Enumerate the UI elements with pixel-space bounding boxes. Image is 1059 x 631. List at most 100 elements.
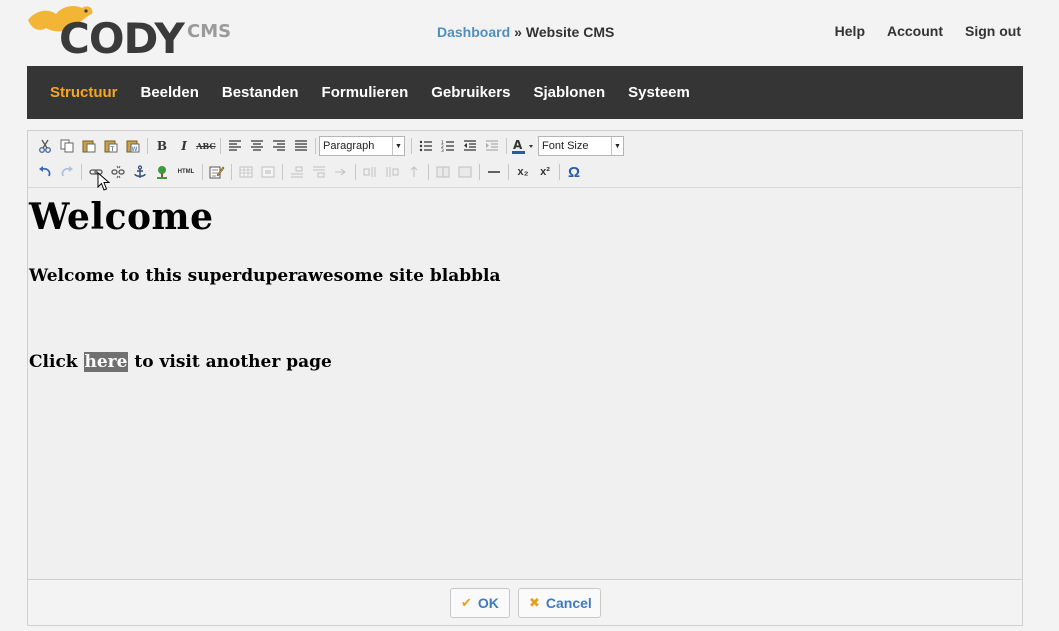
sign-out-link[interactable]: Sign out	[965, 23, 1021, 39]
col-before-icon[interactable]	[359, 161, 381, 183]
bold-icon[interactable]: B	[151, 135, 173, 157]
ok-button-label: OK	[477, 595, 499, 611]
breadcrumb-dashboard-link[interactable]: Dashboard	[437, 24, 510, 40]
toolbar-separator	[202, 164, 203, 180]
format-select[interactable]: Paragraph ▼	[319, 136, 405, 156]
main-nav: Structuur Beelden Bestanden Formulieren …	[27, 66, 1023, 119]
row-before-icon[interactable]	[286, 161, 308, 183]
toolbar-row-1: T W B I ABC Paragraph ▼ 1 2 3 A Font Siz…	[34, 134, 624, 158]
paste-icon[interactable]	[78, 135, 100, 157]
content-heading[interactable]: Welcome	[29, 196, 214, 238]
col-after-icon[interactable]	[381, 161, 403, 183]
logo-suffix: CMS	[187, 21, 232, 42]
superscript-icon[interactable]: x²	[534, 161, 556, 183]
chevron-down-icon: ▼	[392, 137, 404, 155]
top-links: Help Account Sign out	[835, 23, 1021, 39]
cancel-button-label: Cancel	[545, 595, 592, 611]
content-paragraph[interactable]: Welcome to this superduperawesome site b…	[29, 266, 500, 286]
chevron-down-icon: ▼	[611, 137, 623, 155]
cancel-button[interactable]: ✖ Cancel	[518, 588, 601, 618]
html-source-icon[interactable]: HTML	[173, 161, 199, 183]
header: CODY CMS Dashboard» Website CMS Help Acco…	[0, 0, 1059, 66]
svg-text:A: A	[513, 138, 523, 152]
toolbar-separator	[147, 138, 148, 154]
cleanup-icon[interactable]	[206, 161, 228, 183]
toolbar-separator	[479, 164, 480, 180]
align-center-icon[interactable]	[246, 135, 268, 157]
editor-toolbar: T W B I ABC Paragraph ▼ 1 2 3 A Font Siz…	[28, 131, 1022, 188]
svg-text:3: 3	[441, 148, 444, 152]
numbered-list-icon[interactable]: 123	[437, 135, 459, 157]
close-icon: ✖	[529, 595, 540, 610]
italic-icon[interactable]: I	[173, 135, 195, 157]
toolbar-separator	[506, 138, 507, 154]
toolbar-separator	[355, 164, 356, 180]
svg-text:T: T	[110, 146, 115, 153]
insert-image-icon[interactable]	[151, 161, 173, 183]
nav-item-formulieren[interactable]: Formulieren	[322, 84, 409, 101]
text-color-icon[interactable]: A	[510, 135, 538, 157]
font-size-select[interactable]: Font Size ▼	[538, 136, 624, 156]
account-link[interactable]: Account	[887, 23, 943, 39]
font-size-select-value: Font Size	[542, 140, 589, 152]
paste-text-icon[interactable]: T	[100, 135, 122, 157]
checkmark-icon: ✔	[461, 595, 472, 610]
toolbar-separator	[282, 164, 283, 180]
breadcrumb: Dashboard» Website CMS	[437, 24, 614, 40]
anchor-icon[interactable]	[129, 161, 151, 183]
nav-item-sjablonen[interactable]: Sjablonen	[533, 84, 605, 101]
bullet-list-icon[interactable]	[415, 135, 437, 157]
breadcrumb-current: Website CMS	[525, 24, 615, 40]
ok-button[interactable]: ✔ OK	[450, 588, 510, 618]
align-justify-icon[interactable]	[290, 135, 312, 157]
link-text-before: Click	[29, 352, 84, 372]
editor-actions: ✔ OK ✖ Cancel	[27, 580, 1023, 626]
breadcrumb-separator: »	[514, 24, 522, 40]
undo-icon[interactable]	[34, 161, 56, 183]
cut-icon[interactable]	[34, 135, 56, 157]
table-icon[interactable]	[235, 161, 257, 183]
align-left-icon[interactable]	[224, 135, 246, 157]
toolbar-separator	[428, 164, 429, 180]
merge-cells-icon[interactable]	[454, 161, 476, 183]
nav-item-gebruikers[interactable]: Gebruikers	[431, 84, 510, 101]
toolbar-separator	[411, 138, 412, 154]
split-cells-icon[interactable]	[432, 161, 454, 183]
rich-text-editor: T W B I ABC Paragraph ▼ 1 2 3 A Font Siz…	[27, 130, 1023, 580]
toolbar-separator	[559, 164, 560, 180]
svg-text:W: W	[132, 146, 138, 153]
toolbar-separator	[220, 138, 221, 154]
delete-row-icon[interactable]	[330, 161, 352, 183]
delete-col-icon[interactable]	[403, 161, 425, 183]
redo-icon[interactable]	[56, 161, 78, 183]
toolbar-separator	[315, 138, 316, 154]
editor-content-area[interactable]: Welcome Welcome to this superduperawesom…	[28, 188, 1022, 579]
row-after-icon[interactable]	[308, 161, 330, 183]
selected-link-text[interactable]: here	[83, 352, 129, 372]
help-link[interactable]: Help	[835, 23, 865, 39]
toolbar-separator	[231, 164, 232, 180]
copy-icon[interactable]	[56, 135, 78, 157]
special-char-icon[interactable]: Ω	[563, 161, 585, 183]
horizontal-rule-icon[interactable]	[483, 161, 505, 183]
content-link-paragraph[interactable]: Click here to visit another page	[29, 352, 332, 372]
toolbar-separator	[508, 164, 509, 180]
nav-item-bestanden[interactable]: Bestanden	[222, 84, 299, 101]
mouse-pointer-icon	[97, 172, 111, 191]
subscript-icon[interactable]: x₂	[512, 161, 534, 183]
nav-item-systeem[interactable]: Systeem	[628, 84, 690, 101]
toolbar-separator	[81, 164, 82, 180]
nav-item-beelden[interactable]: Beelden	[141, 84, 199, 101]
toolbar-row-2: HTML x₂ x² Ω	[34, 160, 585, 184]
nav-item-structuur[interactable]: Structuur	[50, 84, 118, 101]
table-props-icon[interactable]	[257, 161, 279, 183]
outdent-icon[interactable]	[459, 135, 481, 157]
align-right-icon[interactable]	[268, 135, 290, 157]
link-text-after: to visit another page	[128, 352, 332, 372]
indent-icon[interactable]	[481, 135, 503, 157]
cody-logo[interactable]: CODY CMS	[26, 2, 236, 64]
strikethrough-icon[interactable]: ABC	[195, 135, 217, 157]
paste-word-icon[interactable]: W	[122, 135, 144, 157]
format-select-value: Paragraph	[323, 140, 375, 152]
logo-brand: CODY	[59, 14, 185, 63]
